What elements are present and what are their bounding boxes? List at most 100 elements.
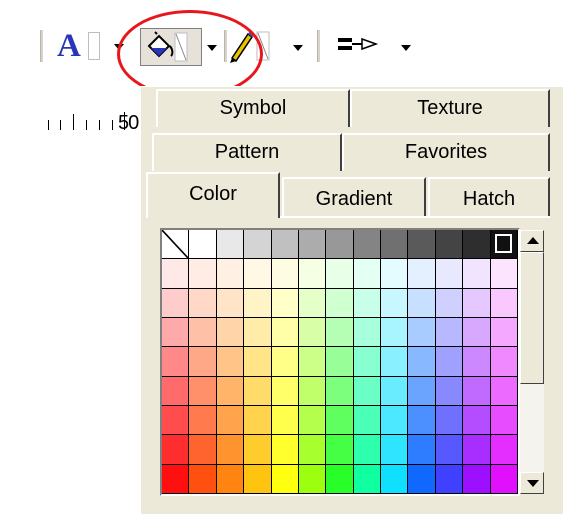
color-swatch[interactable]	[354, 259, 381, 289]
color-swatch[interactable]	[491, 377, 518, 406]
color-swatch[interactable]	[463, 318, 491, 347]
color-swatch[interactable]	[463, 435, 491, 465]
color-swatch[interactable]	[463, 465, 491, 494]
color-swatch[interactable]	[491, 259, 518, 289]
tab-gradient[interactable]: Gradient	[282, 177, 426, 217]
color-swatch[interactable]	[463, 406, 491, 435]
color-swatch[interactable]	[326, 230, 354, 259]
color-swatch[interactable]	[326, 289, 354, 318]
color-swatch[interactable]	[189, 289, 217, 318]
color-swatch[interactable]	[299, 435, 326, 465]
color-swatch[interactable]	[217, 406, 244, 435]
color-swatch[interactable]	[299, 406, 326, 435]
color-swatch[interactable]	[491, 465, 518, 494]
line-style-icon[interactable]	[338, 34, 382, 58]
color-swatch[interactable]	[326, 377, 354, 406]
color-swatch[interactable]	[354, 377, 381, 406]
color-swatch[interactable]	[272, 230, 299, 259]
tab-color[interactable]: Color	[146, 172, 280, 218]
scroll-up-button[interactable]	[520, 230, 544, 252]
color-swatch[interactable]	[244, 318, 272, 347]
color-swatch[interactable]	[299, 347, 326, 377]
color-swatch[interactable]	[217, 259, 244, 289]
color-swatch[interactable]	[244, 406, 272, 435]
no-color-swatch[interactable]	[162, 230, 189, 259]
color-swatch[interactable]	[408, 230, 436, 259]
color-swatch[interactable]	[244, 377, 272, 406]
color-swatch[interactable]	[408, 259, 436, 289]
color-swatch[interactable]	[408, 465, 436, 494]
color-swatch[interactable]	[436, 435, 463, 465]
color-swatch[interactable]	[463, 289, 491, 318]
color-swatch[interactable]	[381, 318, 408, 347]
color-swatch[interactable]	[217, 465, 244, 494]
color-swatch[interactable]	[299, 318, 326, 347]
color-swatch[interactable]	[436, 259, 463, 289]
color-swatch[interactable]	[162, 377, 189, 406]
color-swatch[interactable]	[381, 289, 408, 318]
color-swatch[interactable]	[272, 289, 299, 318]
color-swatch[interactable]	[408, 406, 436, 435]
color-swatch[interactable]	[244, 435, 272, 465]
color-swatch[interactable]	[162, 465, 189, 494]
scroll-down-button[interactable]	[520, 472, 544, 494]
color-swatch[interactable]	[326, 259, 354, 289]
color-swatch[interactable]	[408, 289, 436, 318]
tab-favorites[interactable]: Favorites	[342, 133, 550, 171]
color-swatch[interactable]	[217, 435, 244, 465]
color-swatch[interactable]	[272, 318, 299, 347]
color-swatch[interactable]	[299, 259, 326, 289]
color-swatch[interactable]	[162, 259, 189, 289]
color-swatch[interactable]	[162, 347, 189, 377]
color-swatch[interactable]	[436, 289, 463, 318]
color-swatch[interactable]	[381, 435, 408, 465]
color-swatch[interactable]	[326, 465, 354, 494]
color-swatch[interactable]	[189, 465, 217, 494]
color-swatch[interactable]	[189, 230, 217, 259]
color-swatch[interactable]	[272, 406, 299, 435]
color-swatch[interactable]	[244, 259, 272, 289]
color-swatch[interactable]	[354, 435, 381, 465]
color-swatch[interactable]	[381, 377, 408, 406]
color-swatch[interactable]	[162, 406, 189, 435]
color-swatch[interactable]	[354, 347, 381, 377]
font-color-icon[interactable]: A	[57, 28, 81, 64]
color-swatch[interactable]	[189, 259, 217, 289]
color-swatch[interactable]	[381, 259, 408, 289]
chevron-down-icon[interactable]	[401, 45, 411, 51]
color-swatch[interactable]	[354, 289, 381, 318]
selected-color-swatch[interactable]	[491, 230, 518, 259]
color-swatch[interactable]	[381, 406, 408, 435]
color-swatch[interactable]	[217, 230, 244, 259]
tab-symbol[interactable]: Symbol	[156, 89, 350, 127]
color-swatch[interactable]	[326, 347, 354, 377]
color-swatch[interactable]	[244, 347, 272, 377]
color-swatch[interactable]	[408, 347, 436, 377]
color-swatch[interactable]	[491, 289, 518, 318]
color-swatch[interactable]	[189, 406, 217, 435]
color-swatch[interactable]	[436, 318, 463, 347]
color-swatch[interactable]	[408, 318, 436, 347]
scroll-thumb[interactable]	[520, 252, 544, 384]
color-swatch[interactable]	[244, 289, 272, 318]
color-swatch[interactable]	[189, 347, 217, 377]
color-swatch[interactable]	[381, 230, 408, 259]
color-swatch[interactable]	[491, 347, 518, 377]
color-swatch[interactable]	[272, 435, 299, 465]
color-swatch[interactable]	[491, 318, 518, 347]
color-swatch[interactable]	[272, 259, 299, 289]
color-swatch[interactable]	[463, 230, 491, 259]
color-swatch[interactable]	[408, 377, 436, 406]
color-swatch[interactable]	[491, 406, 518, 435]
color-swatch[interactable]	[436, 377, 463, 406]
color-swatch[interactable]	[189, 377, 217, 406]
color-swatch[interactable]	[189, 318, 217, 347]
color-swatch[interactable]	[436, 465, 463, 494]
color-swatch[interactable]	[436, 406, 463, 435]
chevron-down-icon[interactable]	[293, 45, 303, 51]
tab-texture[interactable]: Texture	[350, 89, 550, 127]
color-swatch[interactable]	[326, 318, 354, 347]
color-swatch[interactable]	[162, 318, 189, 347]
color-swatch[interactable]	[189, 435, 217, 465]
color-swatch[interactable]	[326, 435, 354, 465]
